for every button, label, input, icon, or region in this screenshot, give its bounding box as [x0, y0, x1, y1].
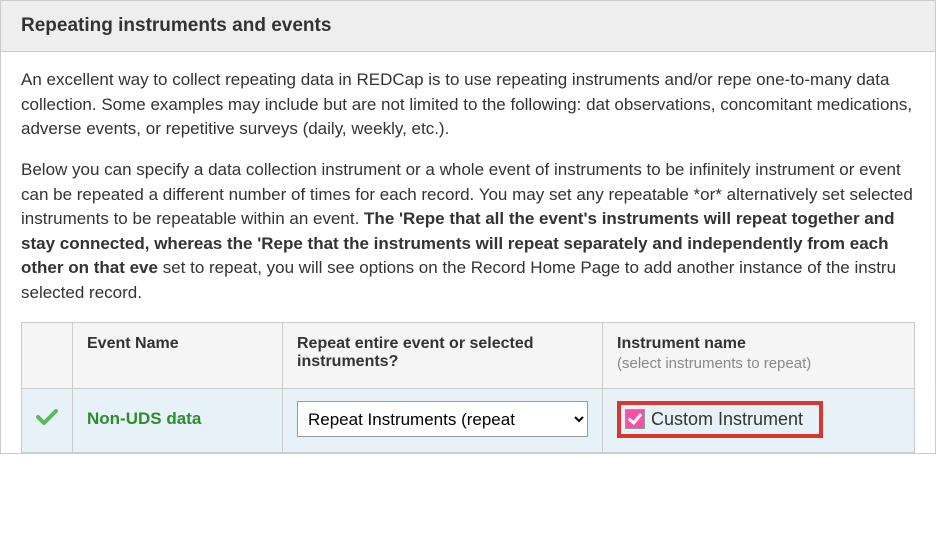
- instrument-label: Custom Instrument: [651, 409, 803, 430]
- instrument-checkbox[interactable]: [625, 409, 645, 429]
- event-name-cell: Non-UDS data: [73, 388, 283, 452]
- panel-body: An excellent way to collect repeating da…: [1, 52, 935, 453]
- event-link[interactable]: Non-UDS data: [87, 409, 201, 428]
- repeating-instruments-panel: Repeating instruments and events An exce…: [0, 0, 936, 454]
- repeating-table: Event Name Repeat entire event or select…: [21, 322, 915, 453]
- row-check-cell: [22, 388, 73, 452]
- column-header-event-name: Event Name: [73, 322, 283, 388]
- table-row: Non-UDS data Repeat Instruments (repeat …: [22, 388, 915, 452]
- check-icon: [36, 408, 58, 431]
- instrument-name-header-text: Instrument name: [617, 335, 746, 352]
- column-header-instrument-name: Instrument name (select instruments to r…: [603, 322, 915, 388]
- instrument-cell: Custom Instrument: [603, 388, 915, 452]
- repeat-mode-cell: Repeat Instruments (repeat: [283, 388, 603, 452]
- instrument-name-subheader: (select instruments to repeat): [617, 355, 900, 372]
- description-paragraph-1: An excellent way to collect repeating da…: [21, 68, 915, 142]
- column-header-repeat-mode: Repeat entire event or selected instrume…: [283, 322, 603, 388]
- panel-title: Repeating instruments and events: [1, 1, 935, 52]
- column-header-checkmark: [22, 322, 73, 388]
- description-paragraph-2: Below you can specify a data collection …: [21, 158, 915, 306]
- repeat-mode-select[interactable]: Repeat Instruments (repeat: [297, 401, 588, 437]
- instrument-highlight-box: Custom Instrument: [617, 401, 823, 438]
